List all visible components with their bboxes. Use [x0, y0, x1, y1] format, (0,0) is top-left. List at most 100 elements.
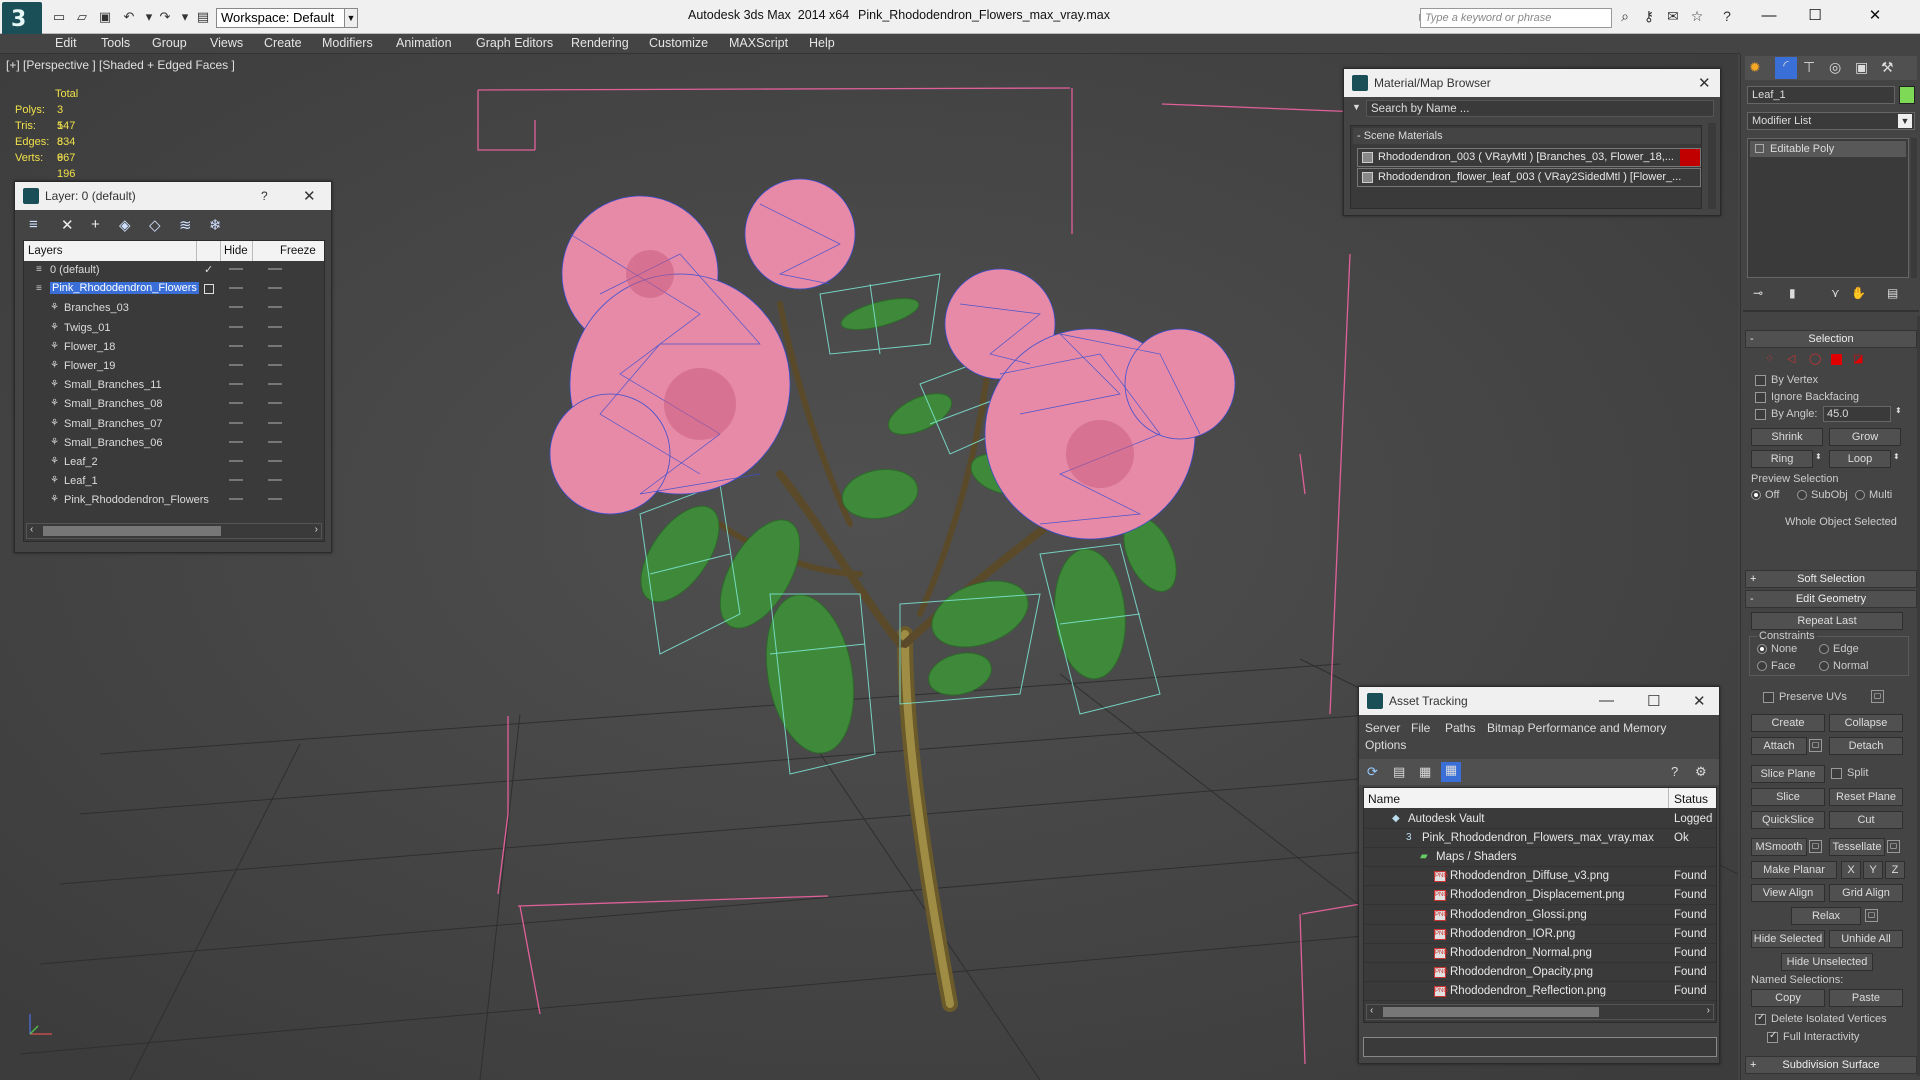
layer-row[interactable]: ⚘ Leaf_2: [24, 453, 324, 472]
hide-toggle[interactable]: [229, 306, 243, 309]
thumbnail-view-icon[interactable]: ▦: [1419, 764, 1431, 780]
motion-tab-icon[interactable]: ◎: [1829, 59, 1841, 76]
loop-button[interactable]: Loop: [1829, 450, 1891, 468]
asset-row[interactable]: 3 Pink_Rhododendron_Flowers_max_vray.max O…: [1364, 829, 1716, 849]
hide-toggle[interactable]: [229, 344, 243, 347]
hide-toggle[interactable]: [229, 287, 243, 290]
freeze-toggle[interactable]: [268, 325, 282, 328]
material-item[interactable]: Rhododendron_flower_leaf_003 ( VRay2Side…: [1357, 168, 1701, 187]
object-name-field[interactable]: Leaf_1: [1747, 86, 1895, 104]
column-status[interactable]: Status: [1674, 792, 1708, 806]
configure-sets-icon[interactable]: ▤: [1887, 286, 1898, 300]
create-tab-icon[interactable]: ✹: [1749, 59, 1761, 76]
highlight-layer-icon[interactable]: ◇: [149, 216, 161, 234]
project-folder-icon[interactable]: ▤: [194, 8, 212, 26]
close-icon[interactable]: ✕: [1852, 4, 1898, 28]
help-icon[interactable]: ?: [1718, 8, 1736, 28]
relax-settings-icon[interactable]: ▢: [1865, 909, 1878, 922]
ignore-backfacing-checkbox[interactable]: [1755, 392, 1766, 403]
viewport-label[interactable]: [+] [Perspective ] [Shaded + Edged Faces…: [6, 58, 235, 72]
save-file-icon[interactable]: ▣: [96, 8, 114, 26]
preview-off-radio[interactable]: [1751, 490, 1761, 500]
preserve-uvs-checkbox[interactable]: [1763, 692, 1774, 703]
msmooth-settings-icon[interactable]: ▢: [1809, 840, 1822, 853]
freeze-toggle[interactable]: [268, 440, 282, 443]
layer-row[interactable]: ⚘ Small_Branches_08: [24, 395, 324, 414]
planar-z-button[interactable]: Z: [1885, 861, 1905, 879]
modifier-list-dropdown[interactable]: Modifier List ▼: [1747, 112, 1915, 130]
create-layer-icon[interactable]: ≡: [29, 216, 38, 233]
column-hide[interactable]: Hide: [224, 245, 248, 257]
asset-row[interactable]: PNG Rhododendron_IOR.png Found: [1364, 925, 1716, 944]
menu-customize[interactable]: Customize: [649, 36, 708, 50]
hide-toggle[interactable]: [229, 421, 243, 424]
shrink-button[interactable]: Shrink: [1751, 428, 1823, 446]
freeze-toggle[interactable]: [268, 479, 282, 482]
minimize-icon[interactable]: —: [1599, 692, 1614, 709]
spinner-arrows-icon[interactable]: ⬍: [1895, 406, 1902, 415]
asset-row[interactable]: PNG Rhododendron_Displacement.png Found: [1364, 886, 1716, 906]
expand-icon[interactable]: [1755, 144, 1764, 153]
settings-icon[interactable]: ▢: [1871, 690, 1884, 703]
utilities-tab-icon[interactable]: ⚒: [1881, 59, 1894, 76]
menu-rendering[interactable]: Rendering: [571, 36, 629, 50]
grow-button[interactable]: Grow: [1829, 428, 1901, 446]
constraint-edge-radio[interactable]: [1819, 644, 1829, 654]
selection-rollout-header[interactable]: - Selection: [1745, 330, 1917, 348]
preview-subobj-radio[interactable]: [1797, 490, 1807, 500]
new-file-icon[interactable]: ▭: [50, 8, 68, 26]
layer-row[interactable]: ⚘ Flower_19: [24, 357, 324, 376]
freeze-toggle[interactable]: [268, 344, 282, 347]
attach-button[interactable]: Attach: [1751, 737, 1807, 755]
key-icon[interactable]: ⚷: [1640, 8, 1658, 28]
preview-multi-radio[interactable]: [1855, 490, 1865, 500]
hide-toggle[interactable]: [229, 402, 243, 405]
loop-spinner-icon[interactable]: ⬍: [1893, 452, 1900, 461]
active-layer-check-icon[interactable]: ✓: [204, 263, 213, 276]
asset-table-scrollbar[interactable]: ‹ ›: [1366, 1004, 1714, 1020]
element-icon[interactable]: ◪: [1853, 352, 1863, 365]
subdivision-surface-rollout-header[interactable]: + Subdivision Surface: [1745, 1056, 1917, 1074]
make-planar-button[interactable]: Make Planar: [1751, 861, 1837, 879]
menu-edit[interactable]: Edit: [55, 36, 77, 50]
polygon-icon[interactable]: [1831, 354, 1842, 365]
scroll-left-icon[interactable]: ‹: [30, 524, 33, 535]
paste-button[interactable]: Paste: [1829, 989, 1903, 1007]
scroll-right-icon[interactable]: ›: [1707, 1005, 1710, 1016]
hierarchy-tab-icon[interactable]: ⊤: [1803, 59, 1815, 76]
freeze-toggle[interactable]: [268, 460, 282, 462]
constraint-face-radio[interactable]: [1757, 661, 1767, 671]
material-browser-title-bar[interactable]: Material/Map Browser ✕: [1344, 69, 1720, 97]
settings-icon[interactable]: ⚙: [1695, 764, 1707, 780]
workspace-dropdown[interactable]: Workspace: Default: [216, 8, 358, 28]
show-end-result-icon[interactable]: ▮: [1789, 286, 1796, 300]
freeze-toggle[interactable]: [268, 306, 282, 309]
hide-toggle[interactable]: [229, 383, 243, 386]
angle-spinner[interactable]: 45.0: [1823, 406, 1891, 422]
add-to-layer-icon[interactable]: +: [91, 216, 100, 233]
menu-views[interactable]: Views: [210, 36, 243, 50]
stack-scrollbar[interactable]: [1911, 138, 1917, 278]
asset-row[interactable]: PNG Rhododendron_Normal.png Found: [1364, 944, 1716, 963]
close-icon[interactable]: ✕: [303, 187, 316, 205]
help-icon[interactable]: ?: [1671, 764, 1678, 779]
delete-layer-icon[interactable]: ✕: [61, 216, 74, 234]
object-color-swatch[interactable]: [1899, 86, 1915, 104]
open-file-icon[interactable]: ▱: [73, 8, 91, 26]
edge-icon[interactable]: ◁: [1787, 352, 1795, 365]
asset-row[interactable]: ▰ Maps / Shaders: [1364, 848, 1716, 868]
msmooth-button[interactable]: MSmooth: [1751, 838, 1807, 856]
copy-button[interactable]: Copy: [1751, 989, 1825, 1007]
full-interactivity-checkbox[interactable]: ✓: [1767, 1030, 1778, 1043]
layer-row[interactable]: ≡ Pink_Rhododendron_Flowers: [24, 280, 324, 299]
ring-spinner-icon[interactable]: ⬍: [1815, 452, 1822, 461]
pin-stack-icon[interactable]: ⊸: [1753, 286, 1763, 300]
hide-toggle[interactable]: [229, 460, 243, 462]
layer-row[interactable]: ⚘ Leaf_1: [24, 472, 324, 491]
menu-modifiers[interactable]: Modifiers: [322, 36, 373, 50]
scene-materials-section[interactable]: - Scene Materials: [1353, 128, 1701, 144]
freeze-toggle[interactable]: [268, 268, 282, 270]
asset-path-field[interactable]: [1363, 1037, 1717, 1057]
menu-graph-editors[interactable]: Graph Editors: [476, 36, 553, 50]
hide-toggle[interactable]: [229, 364, 243, 366]
